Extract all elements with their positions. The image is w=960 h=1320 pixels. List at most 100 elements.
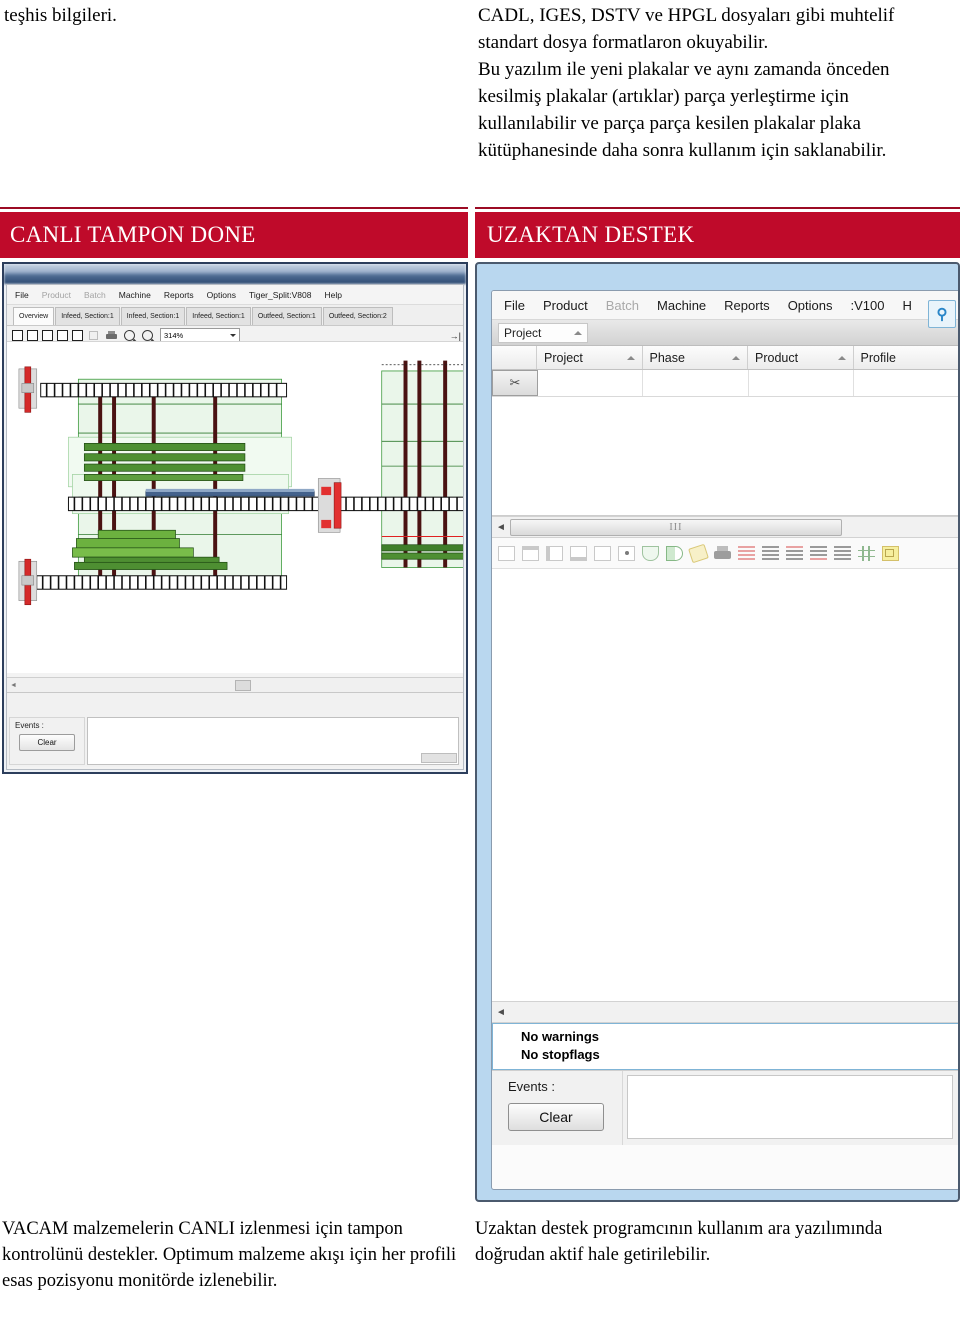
- grid-scrollbar-thumb[interactable]: III: [509, 518, 842, 536]
- right-events-field[interactable]: [627, 1075, 953, 1139]
- intro-left-text: teşhis bilgileri.: [4, 5, 117, 26]
- view-layout-icon-1[interactable]: [12, 330, 23, 341]
- view-layout-icon-2[interactable]: [27, 330, 38, 341]
- cad-scrollbar-thumb[interactable]: [235, 679, 251, 691]
- list-mixed-icon-2[interactable]: [810, 545, 827, 561]
- grid-column-product[interactable]: Product: [748, 346, 854, 369]
- view-layout-icon-4[interactable]: [57, 330, 68, 341]
- right-menu-item-machine[interactable]: Machine: [657, 298, 706, 313]
- frame-icon-2[interactable]: [522, 545, 539, 561]
- sort-ascending-icon: [574, 330, 582, 335]
- scroll-left-arrow-icon[interactable]: ◄: [7, 681, 17, 689]
- right-app-window: File Product Batch Machine Reports Optio…: [475, 262, 960, 1202]
- list-gray-icon-2[interactable]: [834, 545, 851, 561]
- right-events-controls: Events : Clear: [492, 1071, 623, 1145]
- row-cell-project[interactable]: [538, 370, 644, 396]
- zoom-level-value: 314%: [164, 331, 184, 340]
- banner-left-label: CANLI TAMPON DONE: [10, 222, 256, 247]
- menu-item-help[interactable]: Help: [324, 290, 341, 300]
- frame-icon-3[interactable]: [546, 545, 563, 561]
- toolbar-overflow-icon[interactable]: →|: [450, 331, 461, 341]
- frame-icon-5[interactable]: [594, 545, 611, 561]
- menu-item-product[interactable]: Product: [42, 290, 71, 300]
- tab-outfeed-section-2[interactable]: Outfeed, Section:2: [322, 307, 393, 325]
- menu-item-options[interactable]: Options: [207, 290, 236, 300]
- tab-infeed-section-1b[interactable]: Infeed, Section:1: [120, 307, 186, 325]
- right-menubar: File Product Batch Machine Reports Optio…: [492, 291, 958, 320]
- tab-infeed-section-1a[interactable]: Infeed, Section:1: [55, 307, 120, 325]
- frame-icon-1[interactable]: [498, 545, 515, 561]
- scroll-left-arrow-icon[interactable]: ◄: [496, 1007, 506, 1018]
- tag-icon[interactable]: [688, 543, 709, 563]
- tab-overview[interactable]: Overview: [13, 307, 55, 325]
- right-menu-item-file[interactable]: File: [504, 298, 525, 313]
- left-events-field[interactable]: [87, 717, 459, 765]
- right-clear-button[interactable]: Clear: [508, 1103, 604, 1131]
- cad-horizontal-scrollbar[interactable]: ◄: [7, 677, 463, 693]
- divider-rule-right: [475, 207, 960, 209]
- grid-column-phase-label: Phase: [649, 350, 685, 365]
- view-layout-icon-3[interactable]: [42, 330, 53, 341]
- table-row[interactable]: ✂: [492, 370, 958, 397]
- scroll-left-arrow-icon[interactable]: ◄: [496, 522, 506, 533]
- right-events-label: Events :: [508, 1079, 555, 1094]
- cup-icon[interactable]: [642, 545, 659, 561]
- right-main-workarea[interactable]: [492, 569, 958, 1001]
- frame-icon-4[interactable]: [570, 545, 587, 561]
- menu-item-tiger-split[interactable]: Tiger_Split:V808: [249, 290, 312, 300]
- machine-head-bottom-left: [18, 558, 38, 606]
- page-root: teşhis bilgileri. CADL, IGES, DSTV ve HP…: [0, 0, 960, 1320]
- left-events-label: Events :: [15, 721, 44, 730]
- sort-ascending-icon: [626, 355, 635, 360]
- machine-layout-diagram: [7, 342, 463, 673]
- view-layout-icon-5[interactable]: [72, 330, 83, 341]
- status-messages: No warnings No stopflags: [492, 1023, 958, 1070]
- grid-column-phase[interactable]: Phase: [643, 346, 748, 369]
- right-menu-item-options[interactable]: Options: [788, 298, 833, 313]
- grid-column-profile[interactable]: Profile: [854, 346, 959, 369]
- grid-empty-area[interactable]: [492, 397, 958, 516]
- zoom-out-icon[interactable]: [142, 330, 153, 341]
- profile-green-icon[interactable]: [666, 545, 683, 561]
- right-menu-item-product[interactable]: Product: [543, 298, 588, 313]
- cad-canvas[interactable]: [7, 341, 463, 673]
- menu-item-reports[interactable]: Reports: [164, 290, 194, 300]
- right-menu-item-version[interactable]: :V100: [851, 298, 885, 313]
- left-bottom-panel: Events : Clear: [7, 692, 463, 767]
- tab-outfeed-section-1[interactable]: Outfeed, Section:1: [251, 307, 322, 325]
- row-cell-profile[interactable]: [854, 370, 958, 396]
- zoom-in-icon[interactable]: [124, 330, 135, 341]
- cut-icon[interactable]: ✂: [492, 370, 538, 396]
- view-layout-icon-6[interactable]: [89, 331, 98, 340]
- workarea-horizontal-scrollbar[interactable]: ◄: [492, 1001, 958, 1023]
- left-events-field-button[interactable]: [421, 753, 457, 763]
- center-point-icon[interactable]: [618, 545, 635, 561]
- printer-icon[interactable]: [106, 331, 117, 340]
- right-group-bar: Project: [492, 320, 958, 346]
- right-menu-item-batch[interactable]: Batch: [606, 298, 639, 313]
- caption-right-text: Uzaktan destek programcının kullanım ara…: [475, 1219, 883, 1265]
- left-window-titlebar[interactable]: [4, 264, 466, 284]
- note-yellow-icon[interactable]: [882, 545, 899, 561]
- printer-icon[interactable]: [714, 545, 731, 561]
- list-mixed-icon-1[interactable]: [786, 545, 803, 561]
- list-gray-icon-1[interactable]: [762, 545, 779, 561]
- row-cell-phase[interactable]: [643, 370, 749, 396]
- banner-right-label: UZAKTAN DESTEK: [487, 222, 695, 247]
- grid-hash-icon[interactable]: [858, 545, 875, 561]
- left-clear-button[interactable]: Clear: [19, 734, 75, 751]
- right-menu-item-help[interactable]: H: [902, 298, 911, 313]
- list-red-icon[interactable]: [738, 545, 755, 561]
- right-menu-item-reports[interactable]: Reports: [724, 298, 770, 313]
- grid-horizontal-scrollbar[interactable]: ◄ III: [492, 516, 958, 538]
- menu-item-machine[interactable]: Machine: [119, 290, 151, 300]
- group-chip-project[interactable]: Project: [498, 322, 588, 343]
- menu-item-file[interactable]: File: [15, 290, 29, 300]
- row-cell-product[interactable]: [749, 370, 854, 396]
- menu-item-batch[interactable]: Batch: [84, 290, 106, 300]
- tab-infeed-section-1c[interactable]: Infeed, Section:1: [186, 307, 251, 325]
- grid-column-project[interactable]: Project: [537, 346, 643, 369]
- caption-left: VACAM malzemelerin CANLI izlenmesi için …: [2, 1216, 464, 1294]
- magnifier-icon[interactable]: ⚲: [928, 300, 956, 328]
- divider-rule-left: [0, 207, 468, 209]
